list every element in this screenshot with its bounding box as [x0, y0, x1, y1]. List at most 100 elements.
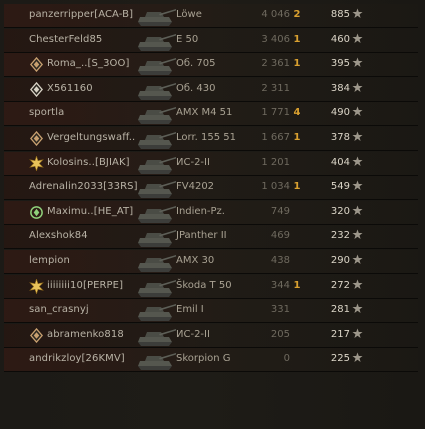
tank-name: FV4202 [176, 181, 215, 193]
xp-star-icon [352, 352, 363, 363]
experience-value: 460 [330, 33, 350, 45]
player-row[interactable]: lempion AMX 30 438 290 [4, 250, 418, 274]
player-row[interactable]: panzerripper[ACA-B] Löwe 4 046 2 885 [4, 4, 418, 28]
player-name: ChesterFeld85 [29, 33, 103, 45]
tank-silhouette-icon [138, 132, 176, 149]
experience-value: 272 [330, 279, 350, 291]
xp-star-icon [352, 205, 363, 215]
kills-count: 1 [293, 58, 301, 70]
kills-count: 1 [293, 279, 301, 291]
experience-value: 225 [330, 353, 350, 365]
damage-value: 4 046 [261, 9, 290, 20]
gold-rank-icon [29, 278, 44, 294]
tank-silhouette-icon [138, 230, 176, 248]
player-row[interactable]: X561160 Об. 430 2 311 384 [4, 77, 418, 102]
player-row[interactable]: Maximu..[HE_AT] Indien-Pz. 749 320 [4, 200, 418, 225]
tank-silhouette-icon [138, 328, 176, 346]
player-row[interactable]: Alexshok84 JPanther II 469 232 [4, 225, 418, 250]
experience-value: 290 [330, 255, 350, 266]
player-name: Adrenalin2033[33RS] [29, 181, 138, 193]
damage-value: 438 [270, 255, 290, 266]
player-name: panzerripper[ACA-B] [29, 9, 134, 20]
experience-value: 490 [330, 107, 350, 119]
tank-name: E 50 [176, 33, 199, 45]
tank-silhouette-icon [138, 255, 176, 272]
player-row[interactable]: ChesterFeld85 E 50 3 406 1 460 [4, 28, 418, 53]
player-name: iiiiiiii10[PERPE] [47, 279, 124, 291]
xp-star-icon [352, 229, 363, 240]
tank-name: JPanther II [176, 230, 227, 242]
tank-silhouette-icon [138, 279, 176, 297]
damage-value: 1 771 [261, 107, 290, 119]
kills-count: 2 [293, 9, 301, 20]
tank-silhouette-icon [138, 156, 176, 174]
tank-name: Indien-Pz. [176, 205, 225, 217]
tank-name: ИС-2-II [176, 156, 210, 168]
player-row[interactable]: Adrenalin2033[33RS] FV4202 1 034 1 549 [4, 176, 418, 201]
experience-value: 384 [330, 82, 350, 94]
player-row[interactable]: Roma_..[S_3OO] Об. 705 2 361 1 395 [4, 53, 418, 78]
damage-value: 2 361 [261, 58, 290, 70]
kills-count: 1 [293, 33, 301, 45]
xp-star-icon [352, 57, 363, 68]
xp-star-icon [352, 8, 363, 18]
tank-name: Skorpion G [176, 353, 231, 365]
bronze-rank-icon [29, 57, 44, 73]
damage-value: 1 201 [261, 156, 290, 168]
player-row[interactable]: andrikzloy[26KMV] Skorpion G 0 225 [4, 348, 418, 373]
damage-value: 0 [283, 353, 290, 365]
tank-silhouette-icon [138, 205, 176, 223]
bronze-rank-icon [29, 131, 44, 146]
xp-star-icon [352, 131, 363, 141]
damage-value: 469 [270, 230, 290, 242]
tank-name: Löwe [176, 9, 202, 20]
xp-star-icon [352, 328, 363, 338]
tank-name: Škoda T 50 [176, 279, 232, 291]
kills-count: 4 [293, 107, 301, 119]
tank-name: Об. 705 [176, 58, 216, 70]
kills-count: 1 [293, 132, 301, 143]
xp-star-icon [352, 180, 363, 191]
player-row[interactable]: Kolosins..[BJIAK] ИС-2-II 1 201 404 [4, 151, 418, 176]
tank-silhouette-icon [138, 9, 176, 26]
tank-name: AMX M4 51 [176, 107, 233, 119]
player-name: X561160 [47, 82, 93, 94]
player-name: Vergeltungswaff.. [47, 132, 136, 143]
experience-value: 395 [330, 58, 350, 70]
tank-silhouette-icon [138, 353, 176, 371]
damage-value: 1 034 [261, 181, 290, 193]
tank-name: Lorr. 155 51 [176, 132, 236, 143]
experience-value: 320 [330, 205, 350, 217]
player-name: lempion [29, 255, 70, 266]
xp-star-icon [352, 156, 363, 166]
xp-star-icon [352, 303, 363, 314]
tank-silhouette-icon [138, 58, 176, 76]
kills-count: 1 [293, 181, 301, 193]
player-row[interactable]: abramenko818 ИС-2-II 205 217 [4, 323, 418, 348]
xp-star-icon [352, 254, 363, 264]
damage-value: 1 667 [261, 132, 290, 143]
player-name: Maximu..[HE_AT] [47, 205, 134, 217]
player-row[interactable]: sportla AMX M4 51 1 771 4 490 [4, 102, 418, 127]
damage-value: 2 311 [261, 82, 290, 94]
tank-name: Об. 430 [176, 82, 216, 94]
gold-rank-icon [29, 155, 44, 171]
player-name: sportla [29, 107, 65, 119]
player-row[interactable]: san_crasnyj Emil I 331 281 [4, 299, 418, 324]
xp-star-icon [352, 279, 363, 289]
experience-value: 217 [330, 328, 350, 340]
damage-value: 331 [270, 304, 290, 316]
silver-rank-icon [29, 81, 44, 97]
xp-star-icon [352, 33, 363, 43]
player-name: san_crasnyj [29, 304, 89, 316]
player-row[interactable]: iiiiiiii10[PERPE] Škoda T 50 344 1 272 [4, 274, 418, 299]
tank-name: AMX 30 [176, 255, 215, 266]
experience-value: 885 [330, 9, 350, 20]
tank-silhouette-icon [138, 304, 176, 322]
bronze-rank-icon [29, 327, 44, 343]
player-row[interactable]: Vergeltungswaff.. Lorr. 155 51 1 667 1 378 [4, 127, 418, 151]
player-name: Alexshok84 [29, 230, 88, 242]
tank-silhouette-icon [138, 181, 176, 199]
damage-value: 205 [270, 328, 290, 340]
experience-value: 232 [330, 230, 350, 242]
